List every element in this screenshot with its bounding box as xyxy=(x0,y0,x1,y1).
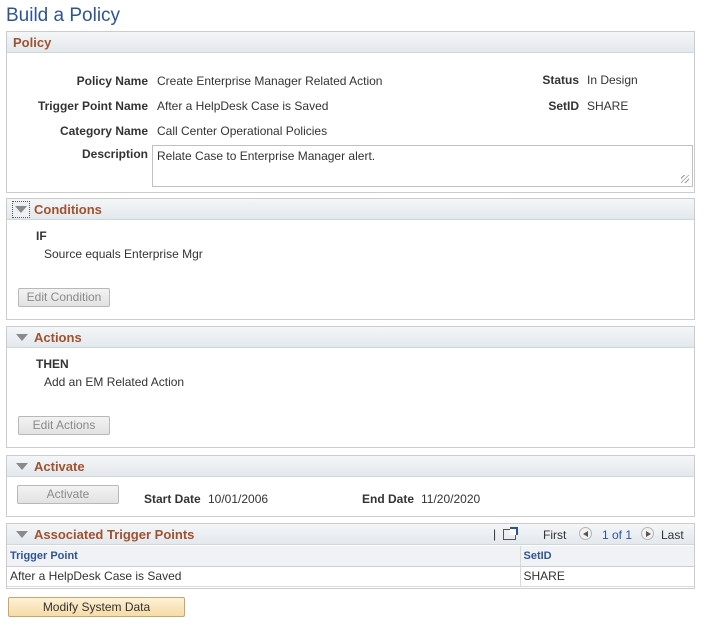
description-textarea[interactable]: Relate Case to Enterprise Manager alert. xyxy=(152,145,693,187)
activate-section-header[interactable]: Activate xyxy=(7,456,694,477)
actions-section: Actions THEN Add an EM Related Action Ed… xyxy=(6,326,695,448)
activate-section: Activate Activate Start Date 10/01/2006 … xyxy=(6,455,695,517)
edit-actions-button[interactable]: Edit Actions xyxy=(18,416,110,435)
nav-last[interactable]: Last xyxy=(661,528,684,542)
actions-section-title: Actions xyxy=(34,330,82,345)
start-date-label: Start Date xyxy=(144,492,201,506)
nav-first[interactable]: First xyxy=(543,528,566,542)
conditions-section-title: Conditions xyxy=(34,202,102,217)
column-header-trigger-point[interactable]: Trigger Point xyxy=(7,546,520,567)
if-keyword: IF xyxy=(36,229,47,243)
status-value: In Design xyxy=(587,73,638,87)
previous-icon[interactable] xyxy=(579,527,592,540)
category-name-label: Category Name xyxy=(59,124,148,138)
trigger-point-cell: After a HelpDesk Case is Saved xyxy=(7,566,520,587)
start-date-value: 10/01/2006 xyxy=(208,492,269,506)
collapse-triangle-icon[interactable] xyxy=(16,463,28,470)
trigger-points-title: Associated Trigger Points xyxy=(34,527,195,542)
collapse-triangle-icon[interactable] xyxy=(16,531,28,538)
end-date-label: End Date xyxy=(362,492,415,506)
activate-section-title: Activate xyxy=(34,459,85,474)
collapse-toggle[interactable] xyxy=(12,201,30,218)
grid-separator: | xyxy=(493,527,497,541)
condition-text: Source equals Enterprise Mgr xyxy=(44,247,203,261)
trigger-points-header[interactable]: Associated Trigger Points | First 1 of 1… xyxy=(7,524,694,545)
activate-button[interactable]: Activate xyxy=(17,485,119,504)
setid-label: SetID xyxy=(548,99,579,113)
policy-name-label: Policy Name xyxy=(76,74,148,88)
table-row: After a HelpDesk Case is Saved SHARE xyxy=(7,566,694,587)
policy-section-header: Policy xyxy=(7,32,694,53)
edit-condition-button[interactable]: Edit Condition xyxy=(18,288,110,307)
trigger-point-name-value: After a HelpDesk Case is Saved xyxy=(157,99,329,113)
trigger-points-table: Trigger Point SetID After a HelpDesk Cas… xyxy=(7,546,694,587)
end-date-value: 11/20/2020 xyxy=(421,492,481,506)
trigger-points-grid: Associated Trigger Points | First 1 of 1… xyxy=(6,523,695,589)
trigger-point-name-label: Trigger Point Name xyxy=(37,99,148,113)
category-name-value: Call Center Operational Policies xyxy=(157,124,328,138)
modify-system-data-button[interactable]: Modify System Data xyxy=(8,597,185,617)
collapse-triangle-icon[interactable] xyxy=(16,334,28,341)
setid-cell: SHARE xyxy=(519,566,694,587)
column-header-setid[interactable]: SetID xyxy=(519,546,694,567)
setid-value: SHARE xyxy=(587,99,629,113)
conditions-section-header[interactable]: Conditions xyxy=(7,199,694,220)
description-text: Relate Case to Enterprise Manager alert. xyxy=(157,149,376,163)
policy-name-value: Create Enterprise Manager Related Action xyxy=(157,74,383,88)
next-icon[interactable] xyxy=(641,527,654,540)
zoom-icon[interactable] xyxy=(503,527,518,540)
collapse-triangle-icon xyxy=(15,206,27,213)
nav-range: 1 of 1 xyxy=(602,528,633,542)
policy-section-title: Policy xyxy=(13,35,52,50)
action-text: Add an EM Related Action xyxy=(44,375,185,389)
page-title: Build a Policy xyxy=(6,5,121,26)
table-header-row: Trigger Point SetID xyxy=(7,546,694,567)
then-keyword: THEN xyxy=(36,357,69,371)
actions-section-header[interactable]: Actions xyxy=(7,327,694,348)
conditions-section: Conditions IF Source equals Enterprise M… xyxy=(6,198,695,320)
status-label: Status xyxy=(542,73,579,87)
resize-grip-icon[interactable] xyxy=(681,175,689,183)
policy-section: Policy Policy Name Create Enterprise Man… xyxy=(6,31,695,193)
description-label: Description xyxy=(81,147,148,161)
